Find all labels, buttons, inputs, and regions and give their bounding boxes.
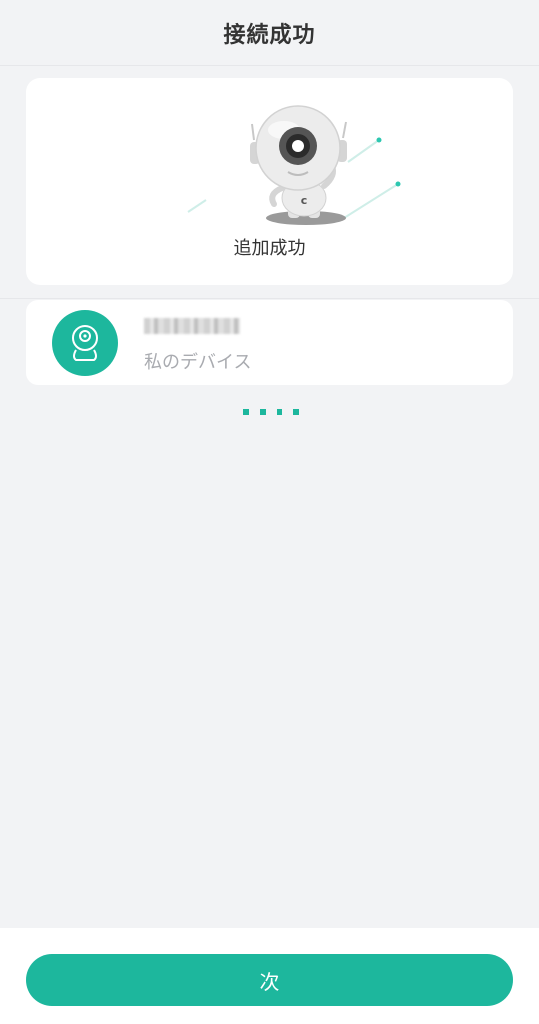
next-button[interactable]: 次 — [26, 954, 513, 1006]
camera-icon — [72, 325, 98, 361]
mascot-badge: c — [301, 194, 308, 207]
success-message: 追加成功 — [233, 238, 306, 259]
antenna — [251, 123, 255, 141]
motion-line — [187, 199, 207, 213]
loading-dot — [276, 409, 283, 415]
device-name-redacted — [144, 318, 240, 334]
loading-dot — [293, 409, 299, 415]
header: 接続成功 — [0, 0, 539, 66]
mascot-pupil — [292, 140, 304, 152]
footer: 次 — [0, 928, 539, 1024]
page: 接続成功 c 追加成功 私のデバイス 次 — [0, 0, 539, 1024]
motion-dot — [376, 137, 382, 143]
success-card: c 追加成功 — [26, 78, 513, 285]
mascot-arm — [269, 185, 285, 207]
loading-dot — [259, 409, 266, 415]
loading-dot — [243, 409, 249, 415]
motion-dot — [395, 181, 401, 187]
motion-line — [343, 183, 399, 219]
robot-mascot-icon: c — [187, 105, 401, 225]
device-avatar — [52, 310, 118, 376]
divider — [0, 298, 539, 299]
device-label: 私のデバイス — [144, 352, 252, 373]
device-card[interactable]: 私のデバイス — [26, 300, 513, 385]
antenna — [342, 121, 347, 139]
motion-line — [347, 139, 380, 163]
loading-indicator — [243, 409, 299, 417]
page-title: 接続成功 — [223, 22, 316, 48]
